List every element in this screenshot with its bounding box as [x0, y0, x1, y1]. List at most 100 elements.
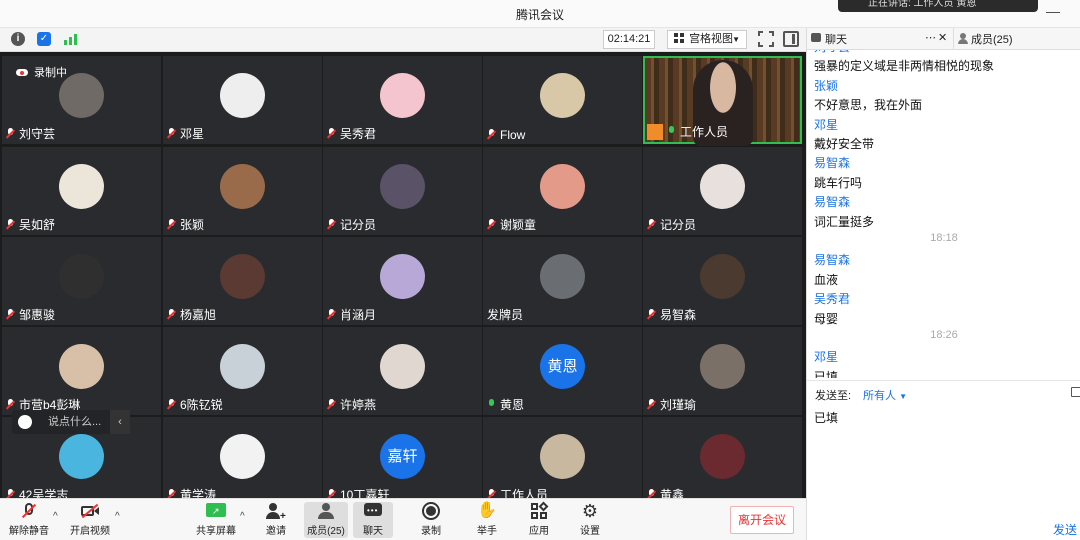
participant-name: 10丁嘉轩 [327, 486, 389, 498]
minimize-icon[interactable]: — [1046, 3, 1060, 19]
more-icon[interactable]: ⋯ [925, 31, 936, 44]
participant-tile[interactable]: 邹惠骏 [2, 237, 161, 325]
share-screen-icon: ↗ [206, 502, 226, 520]
participant-name-text: 黄鑫 [660, 488, 685, 498]
record-icon [421, 502, 441, 520]
close-icon[interactable]: ✕ [938, 31, 947, 44]
chevron-left-icon[interactable]: ‹ [110, 410, 130, 434]
participant-tile[interactable]: 杨嘉旭 [163, 237, 322, 325]
share-options-chevron-icon[interactable]: ^ [240, 511, 245, 522]
send-to-value: 所有人 [863, 390, 896, 402]
participant-name-text: 谢颖童 [500, 218, 537, 232]
record-button[interactable]: 录制 [411, 502, 451, 537]
avatar [380, 344, 425, 389]
participant-tile[interactable]: 刘瑾瑜 [643, 327, 802, 415]
participant-name-text: 刘瑾瑜 [660, 398, 697, 412]
participant-tile[interactable]: 发牌员 [483, 237, 642, 325]
chat-message-list[interactable]: 刘守芸强暴的定义域是非两情相悦的现象张颖不好意思，我在外面邓星戴好安全带易智森跳… [807, 50, 1080, 378]
participant-tile[interactable]: 黄学涛 [163, 417, 322, 498]
participant-tile[interactable]: 黄恩 黄恩 [483, 327, 642, 415]
mic-muted-icon [647, 309, 656, 320]
chat-timestamp: 18:26 [930, 329, 958, 341]
chat-sender: 刘守芸 [814, 50, 850, 55]
participant-name-text: 记分员 [660, 218, 697, 232]
view-mode-dropdown[interactable]: 宫格视图 ▼ [667, 30, 747, 49]
participant-tile[interactable]: 邓星 [163, 56, 322, 144]
participant-tile[interactable]: 黄鑫 [643, 417, 802, 498]
chat-input[interactable]: 已填 [814, 409, 838, 426]
fullscreen-icon[interactable] [758, 31, 774, 47]
avatar [220, 164, 265, 209]
sidebar-toggle-icon[interactable] [783, 31, 799, 47]
send-button[interactable]: 发送(S) [1053, 521, 1080, 540]
shield-icon[interactable]: ✓ [37, 32, 51, 46]
participant-tile[interactable]: 嘉轩 10丁嘉轩 [323, 417, 482, 498]
avatar [59, 164, 104, 209]
video-options-chevron-icon[interactable]: ^ [115, 511, 120, 522]
chat-message: 词汇量挺多 [814, 214, 875, 229]
raise-hand-button[interactable]: ✋ 举手 [467, 502, 507, 537]
recording-indicator: 录制中 [16, 64, 67, 80]
chat-button[interactable]: ••• 聊天 [353, 502, 393, 538]
mic-muted-icon [327, 128, 336, 139]
signal-icon[interactable] [64, 33, 78, 45]
participant-name: 刘守芸 [6, 125, 55, 142]
avatar [380, 164, 425, 209]
participant-name: 邓星 [167, 125, 204, 142]
unmute-button[interactable]: 解除静音 [9, 502, 49, 537]
mic-muted-icon [6, 489, 15, 498]
info-icon[interactable]: i [11, 32, 25, 46]
participant-tile[interactable]: 谢颖童 [483, 147, 642, 235]
participant-tile[interactable]: 6陈钇锐 [163, 327, 322, 415]
apps-button[interactable]: 应用 [519, 501, 559, 537]
mic-on-icon [667, 126, 676, 137]
audio-options-chevron-icon[interactable]: ^ [53, 511, 58, 522]
participant-tile[interactable]: 易智森 [643, 237, 802, 325]
participant-name-text: 吴秀君 [340, 127, 377, 141]
participant-tile[interactable]: 工作人员 [483, 417, 642, 498]
participant-name-text: 发牌员 [487, 308, 524, 322]
mic-muted-icon [487, 489, 496, 498]
participant-tile[interactable]: Flow [483, 56, 642, 144]
mic-muted-icon [487, 219, 496, 230]
chat-tab-icon [811, 33, 821, 42]
avatar [700, 344, 745, 389]
send-to-dropdown[interactable]: 所有人 ▼ [863, 387, 907, 403]
participant-tile[interactable]: 工作人员 [643, 56, 802, 146]
mic-muted-icon [327, 399, 336, 410]
avatar [220, 344, 265, 389]
participant-tile[interactable]: 记分员 [323, 147, 482, 235]
participant-name-text: 杨嘉旭 [180, 308, 217, 322]
invite-button[interactable]: + 邀请 [256, 502, 296, 537]
participant-tile[interactable]: 许婷燕 [323, 327, 482, 415]
participant-name: 杨嘉旭 [167, 306, 216, 323]
chat-message: 跳车行吗 [814, 175, 863, 190]
participant-name: 发牌员 [487, 306, 523, 323]
window-titlebar: 腾讯会议 正在讲话: 工作人员 黄恩 — [0, 0, 1080, 28]
participant-tile[interactable]: 张颖 [163, 147, 322, 235]
folder-icon[interactable] [1071, 387, 1080, 397]
reaction-bar[interactable]: 说点什么... ‹ [12, 410, 130, 434]
settings-button[interactable]: ⚙ 设置 [570, 502, 610, 537]
participant-name-text: 张颖 [180, 218, 205, 232]
tab-chat[interactable]: 聊天 [825, 31, 847, 47]
chat-label: 聊天 [363, 526, 383, 537]
reaction-input-placeholder[interactable]: 说点什么... [48, 410, 101, 434]
participant-name: 肖涵月 [327, 306, 376, 323]
leave-meeting-button[interactable]: 离开会议 [730, 506, 794, 534]
start-video-button[interactable]: 开启视频 [70, 502, 110, 537]
participant-tile[interactable]: 肖涵月 [323, 237, 482, 325]
members-button[interactable]: 成员(25) [304, 502, 348, 538]
participant-tile[interactable]: 吴如舒 [2, 147, 161, 235]
participant-tile[interactable]: 记分员 [643, 147, 802, 235]
participant-tile[interactable]: 吴秀君 [323, 56, 482, 144]
avatar [540, 254, 585, 299]
participant-name: 邹惠骏 [6, 306, 55, 323]
participant-name: 42吴学志 [6, 486, 68, 498]
participant-name-text: 42吴学志 [19, 488, 69, 498]
mic-muted-icon [167, 219, 176, 230]
participant-tile[interactable]: 市营b4彭琳 [2, 327, 161, 415]
emoji-icon[interactable] [18, 415, 32, 429]
share-screen-button[interactable]: ↗ 共享屏幕 [196, 502, 236, 537]
tab-members[interactable]: 成员(25) [971, 31, 1013, 47]
